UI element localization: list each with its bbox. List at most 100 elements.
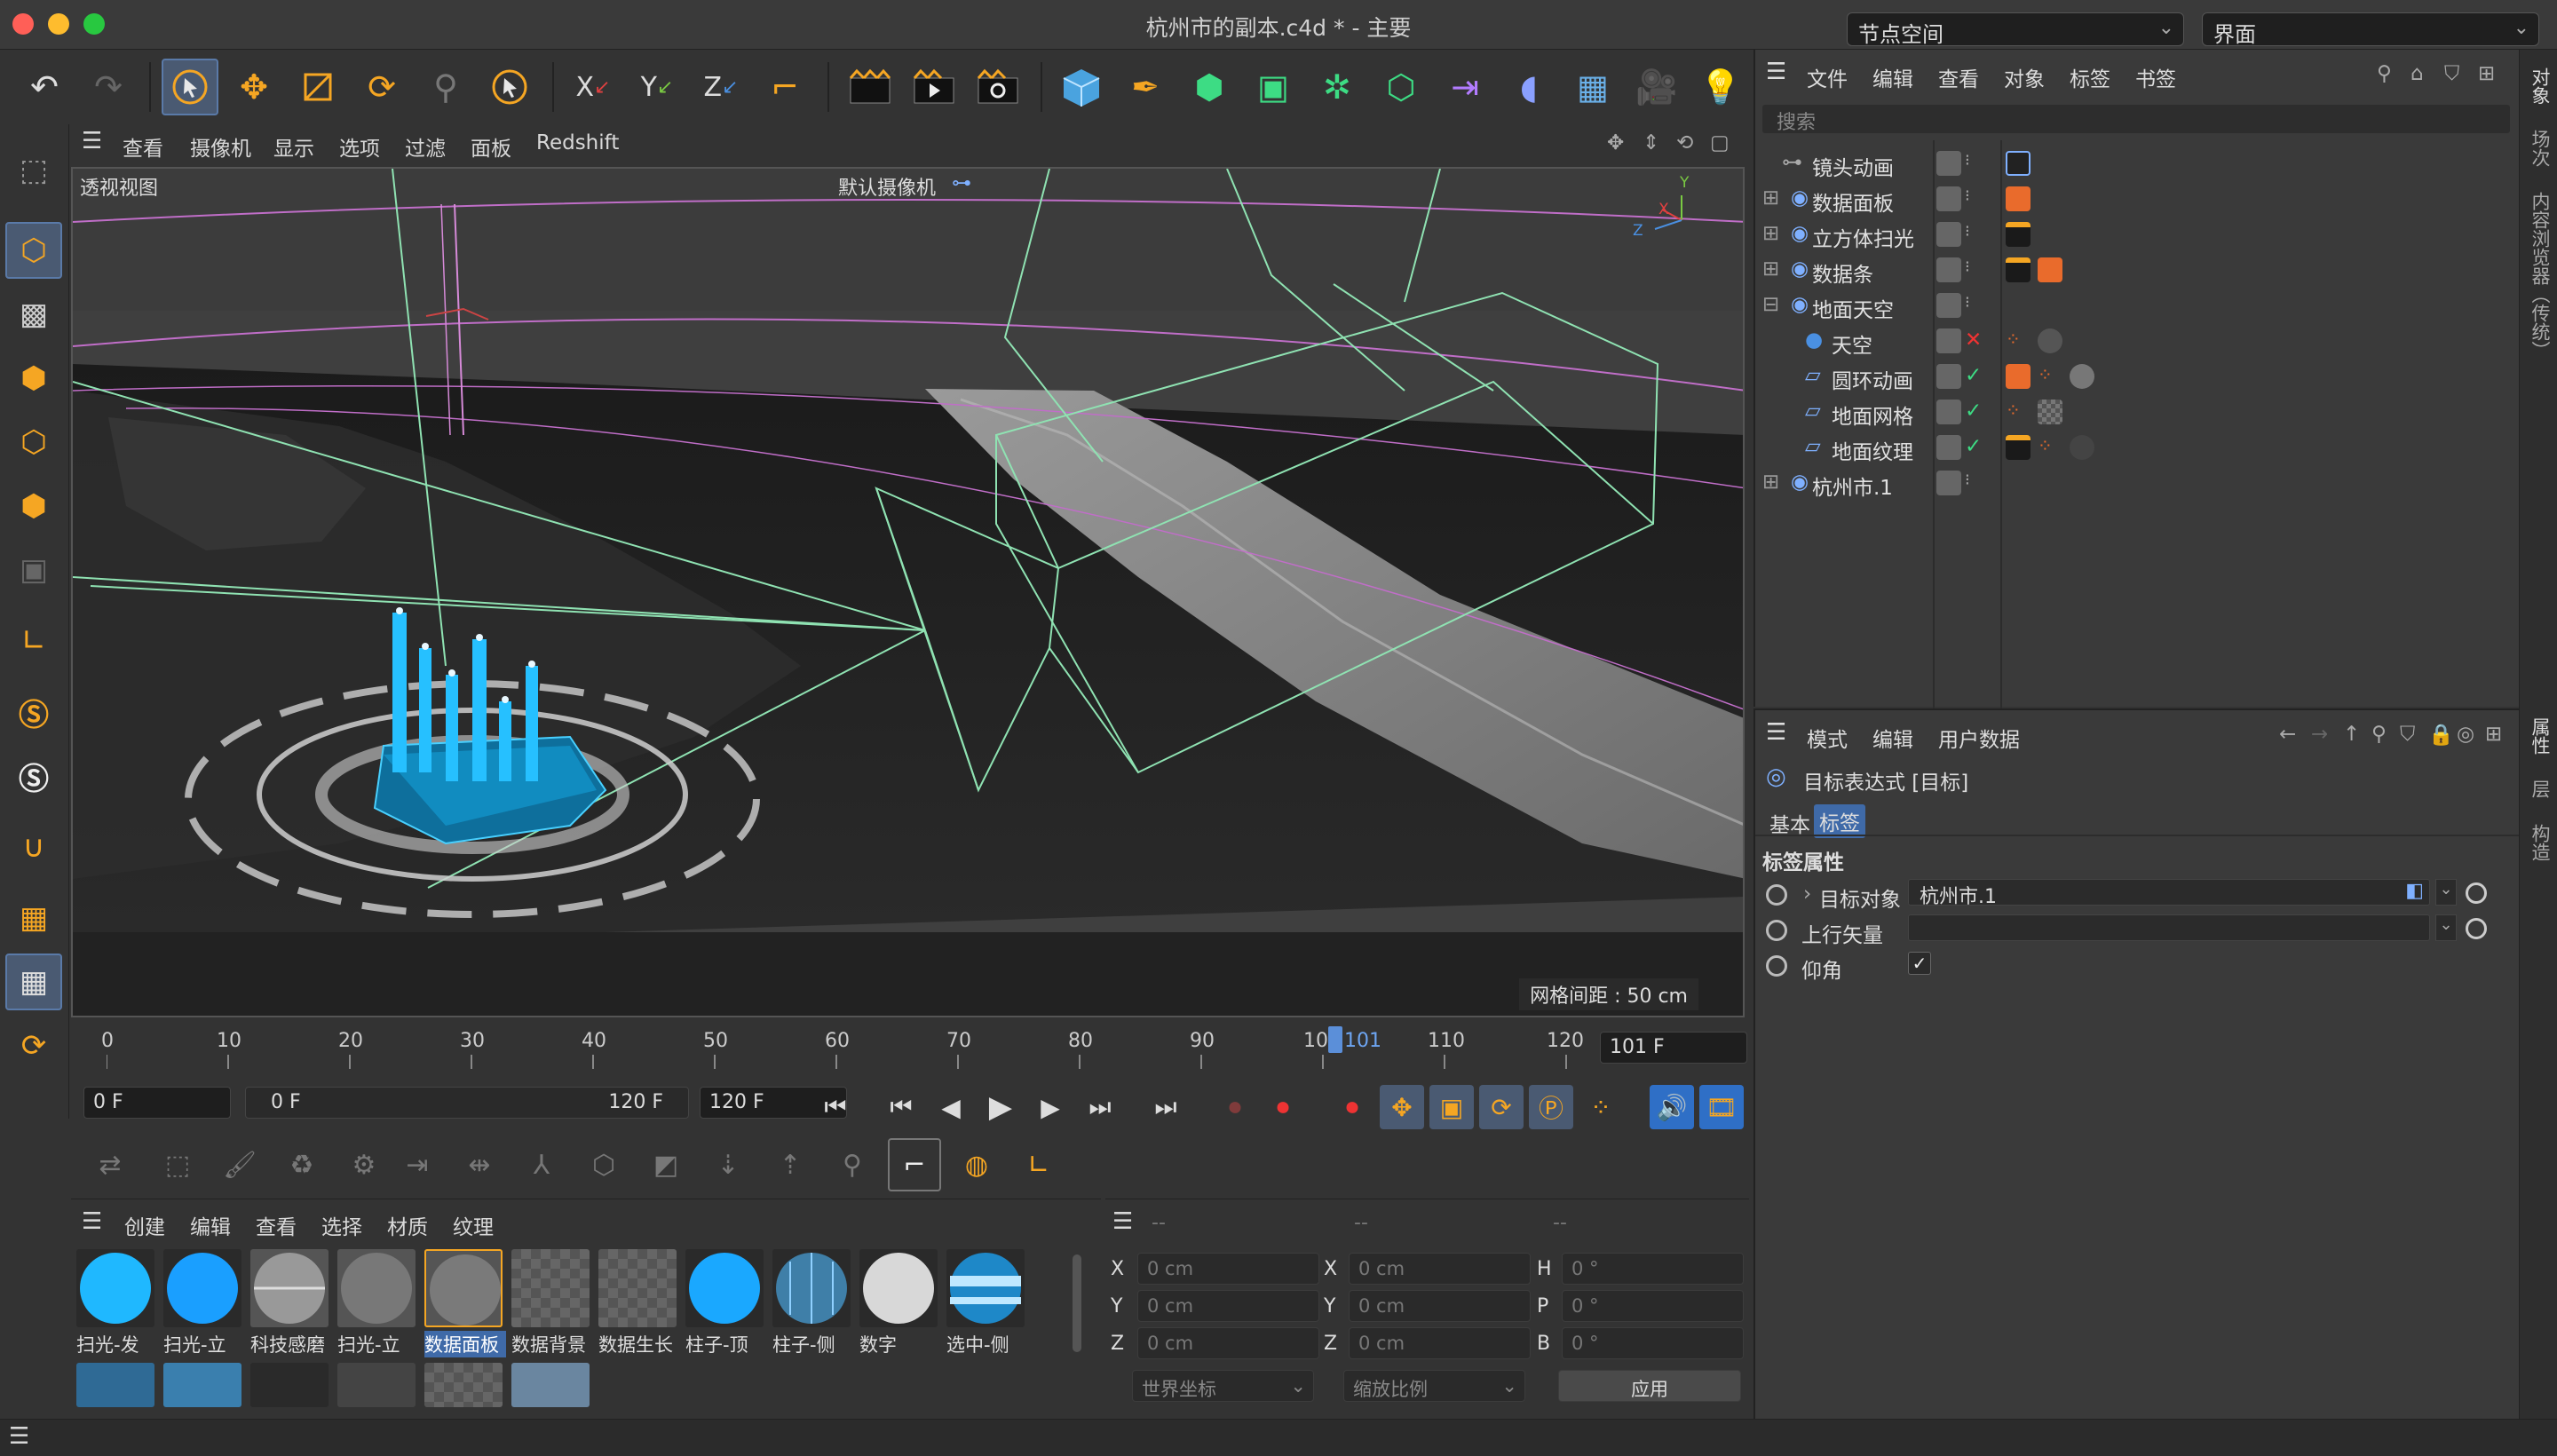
- attr-menu-userdata[interactable]: 用户数据: [1938, 723, 2020, 753]
- chevron-down-icon[interactable]: ⌄: [2435, 879, 2457, 906]
- material-tag-icon[interactable]: [2038, 328, 2062, 353]
- material-menu-select[interactable]: 选择: [321, 1210, 362, 1240]
- animate-radio[interactable]: [1766, 955, 1787, 977]
- filter-icon[interactable]: ⛉: [2444, 62, 2459, 85]
- side-tab-objects[interactable]: 对象: [2527, 67, 2553, 105]
- uv-mode-icon[interactable]: ▣: [5, 542, 62, 598]
- next-key-icon[interactable]: ⏭: [1078, 1085, 1122, 1129]
- camera-name-label[interactable]: 默认摄像机: [838, 172, 936, 201]
- animation-tag-icon[interactable]: [2006, 222, 2031, 247]
- hamburger-menu-icon[interactable]: ☰: [82, 128, 102, 154]
- up-vector-field[interactable]: [1908, 914, 2430, 941]
- pitch-checkbox[interactable]: ✓: [1908, 952, 1931, 975]
- subdivision-surface-icon[interactable]: ⬢: [1181, 59, 1238, 115]
- material-swatch[interactable]: [598, 1249, 677, 1327]
- model-mode-icon[interactable]: ⬚: [5, 142, 62, 199]
- pick-object-icon[interactable]: [2466, 882, 2487, 904]
- move-tool-icon[interactable]: ✥: [226, 59, 282, 115]
- display-tag-icon[interactable]: [2006, 186, 2031, 211]
- render-to-picture-viewer-icon[interactable]: [906, 59, 962, 115]
- object-row[interactable]: ⊞ ◉ 立方体扫光 ⁝: [1755, 217, 2521, 252]
- node-space-dropdown[interactable]: 节点空间 ⌄: [1847, 12, 2184, 47]
- previous-key-icon[interactable]: ⏮: [879, 1085, 923, 1129]
- animation-tag-icon[interactable]: [2006, 257, 2031, 282]
- axis-mode-icon[interactable]: ∟: [5, 613, 62, 669]
- edit-icon[interactable]: [1936, 222, 1961, 247]
- key-parameter-icon[interactable]: Ⓟ: [1529, 1085, 1573, 1129]
- go-to-start-icon[interactable]: ⏮: [813, 1085, 858, 1129]
- side-tab-content-browser[interactable]: 内容浏览器（传统）: [2527, 192, 2553, 360]
- material-menu-edit[interactable]: 编辑: [190, 1210, 231, 1240]
- perspective-viewport[interactable]: 透视视图 默认摄像机 ⊶ Y X Z 网格间距 : 50 cm: [71, 167, 1745, 1017]
- preview-range-slider[interactable]: 0 F 120 F: [245, 1087, 689, 1119]
- render-settings-icon[interactable]: [970, 59, 1026, 115]
- edit-icon[interactable]: [1936, 471, 1961, 495]
- object-menu-objects[interactable]: 对象: [2004, 62, 2045, 92]
- object-menu-bookmarks[interactable]: 书签: [2135, 62, 2176, 92]
- edit-icon[interactable]: [1936, 257, 1961, 282]
- object-row[interactable]: ▱ 地面纹理 ✓ ⁘: [1755, 430, 2521, 465]
- side-tab-takes[interactable]: 场次: [2527, 130, 2553, 167]
- side-tab-structure[interactable]: 构造: [2527, 824, 2553, 861]
- disabled-tool-icon[interactable]: ⬡: [577, 1138, 630, 1191]
- undo-icon[interactable]: ↶: [16, 59, 73, 115]
- enabled-check-icon[interactable]: ✓: [1965, 400, 1982, 423]
- edit-icon[interactable]: [1936, 435, 1961, 460]
- timeline-window-icon[interactable]: 🎞: [1699, 1085, 1744, 1129]
- coordinate-system-icon[interactable]: ⌐: [756, 59, 813, 115]
- object-row[interactable]: ⊟ ◉ 地面天空 ⁝: [1755, 288, 2521, 323]
- material-menu-material[interactable]: 材质: [387, 1210, 428, 1240]
- visibility-dots[interactable]: ⁝: [1965, 471, 1970, 489]
- x-axis-lock-icon[interactable]: X ↙: [565, 59, 621, 115]
- locked-workplane-icon[interactable]: ▦: [5, 954, 62, 1010]
- display-tag-icon[interactable]: [2038, 257, 2062, 282]
- keyframe-selection-icon[interactable]: ⏺: [1330, 1085, 1374, 1129]
- visibility-dots[interactable]: ⁝: [1965, 222, 1970, 241]
- layout-dropdown[interactable]: 界面 ⌄: [2202, 12, 2539, 47]
- disabled-tool-icon[interactable]: ⇄: [83, 1138, 137, 1191]
- disabled-tool-icon[interactable]: ⅄: [515, 1138, 568, 1191]
- disabled-tool-icon[interactable]: ⬚: [151, 1138, 204, 1191]
- animate-radio[interactable]: [1766, 920, 1787, 941]
- target-tag-icon[interactable]: [2006, 151, 2031, 176]
- key-pla-icon[interactable]: ⁘: [1579, 1085, 1623, 1129]
- material-tag-icon[interactable]: ⁘: [2006, 400, 2031, 424]
- viewport-menu-cameras[interactable]: 摄像机: [190, 131, 251, 162]
- brush-icon[interactable]: 🖌: [213, 1138, 266, 1191]
- visibility-dots[interactable]: ⁝: [1965, 257, 1970, 276]
- size-y-field[interactable]: 0 cm: [1349, 1290, 1531, 1322]
- workplane-icon[interactable]: ▦: [5, 890, 62, 946]
- object-menu-tags[interactable]: 标签: [2070, 62, 2110, 92]
- home-icon[interactable]: ⌂: [2411, 62, 2424, 85]
- minimize-window-button[interactable]: [48, 13, 69, 35]
- display-tag-icon[interactable]: [2006, 364, 2031, 389]
- forward-arrow-icon[interactable]: →: [2311, 723, 2328, 746]
- material-scrollbar[interactable]: [1073, 1254, 1081, 1352]
- edit-icon[interactable]: [1936, 364, 1961, 389]
- axis-snap-icon[interactable]: ∟: [1012, 1138, 1065, 1191]
- pan-view-icon[interactable]: ✥: [1607, 131, 1624, 154]
- magnet-icon[interactable]: ∪: [5, 819, 62, 875]
- floor-icon[interactable]: ▦: [1564, 59, 1621, 115]
- filter-icon[interactable]: ⛉: [2400, 723, 2415, 746]
- material-swatch[interactable]: [337, 1363, 416, 1407]
- animate-radio[interactable]: [1766, 884, 1787, 906]
- hamburger-menu-icon[interactable]: ☰: [1766, 719, 1786, 746]
- disabled-x-icon[interactable]: ✕: [1965, 328, 1982, 352]
- target-object-field[interactable]: 杭州市.1 ◧: [1908, 879, 2430, 908]
- search-icon[interactable]: ⚲: [2371, 723, 2387, 746]
- deformer-icon[interactable]: ⇥: [1437, 59, 1493, 115]
- disabled-tool-icon[interactable]: ⇣: [701, 1138, 755, 1191]
- material-tag-icon[interactable]: [2070, 435, 2094, 460]
- disabled-tool-icon[interactable]: ⇹: [453, 1138, 506, 1191]
- disabled-tool-icon[interactable]: ◩: [639, 1138, 693, 1191]
- sphere-snap-icon[interactable]: ◍: [950, 1138, 1003, 1191]
- material-tag-icon[interactable]: [2070, 364, 2094, 389]
- object-menu-file[interactable]: 文件: [1807, 62, 1848, 92]
- play-icon[interactable]: ▶: [978, 1085, 1023, 1129]
- edit-icon[interactable]: [1936, 293, 1961, 318]
- material-menu-create[interactable]: 创建: [124, 1210, 165, 1240]
- sound-icon[interactable]: 🔊: [1650, 1085, 1694, 1129]
- material-swatch[interactable]: [163, 1363, 241, 1407]
- lock-icon[interactable]: 🔒: [2428, 723, 2454, 747]
